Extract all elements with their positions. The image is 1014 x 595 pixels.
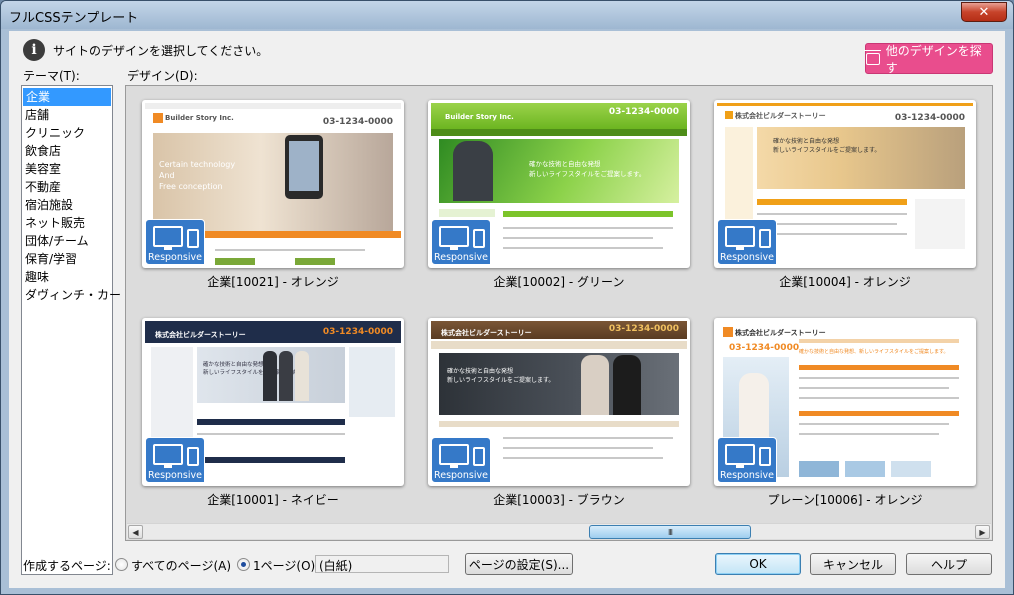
instruction-text: サイトのデザインを選択してください。 bbox=[53, 44, 269, 58]
thumb-tel: 03-1234-0000 bbox=[729, 343, 800, 353]
cancel-button[interactable]: キャンセル bbox=[810, 553, 896, 575]
monitor-icon bbox=[439, 444, 469, 468]
design-card-10001[interactable]: 株式会社ビルダーストーリー 03-1234-0000 確かな技術と自由な発想 新… bbox=[142, 318, 404, 486]
theme-item[interactable]: 趣味 bbox=[22, 268, 112, 286]
theme-item[interactable]: クリニック bbox=[22, 124, 112, 142]
ok-button[interactable]: OK bbox=[715, 553, 801, 575]
responsive-badge: Responsive bbox=[717, 219, 777, 265]
horizontal-scrollbar[interactable]: ◀ III ▶ bbox=[127, 523, 991, 539]
responsive-badge: Responsive bbox=[145, 437, 205, 483]
monitor-icon bbox=[725, 226, 755, 250]
design-caption: 企業[10004] - オレンジ bbox=[779, 275, 911, 289]
theme-item[interactable]: 保育/学習 bbox=[22, 250, 112, 268]
theme-item[interactable]: 美容室 bbox=[22, 160, 112, 178]
monitor-icon bbox=[153, 444, 183, 468]
theme-item[interactable]: 不動産 bbox=[22, 178, 112, 196]
thumb-tel: 03-1234-0000 bbox=[322, 327, 393, 337]
title-bar[interactable]: フルCSSテンプレート ✕ bbox=[1, 1, 1013, 29]
theme-item[interactable]: 企業 bbox=[23, 88, 111, 106]
thumb-tel: 03-1234-0000 bbox=[608, 324, 679, 334]
find-other-designs-button[interactable]: 他のデザインを探す bbox=[864, 43, 993, 75]
radio-all-pages-label[interactable]: すべてのページ(A) bbox=[131, 557, 231, 574]
radio-one-page[interactable] bbox=[237, 558, 250, 571]
theme-item[interactable]: 宿泊施設 bbox=[22, 196, 112, 214]
thumb-tel: 03-1234-0000 bbox=[322, 117, 393, 127]
phone-icon bbox=[473, 229, 485, 248]
page-settings-button[interactable]: ページの設定(S)... bbox=[465, 553, 573, 575]
thumb-hero-text: 確かな技術と自由な発想 新しいライフスタイルをご提案します。 bbox=[773, 138, 881, 154]
monitor-icon bbox=[725, 444, 755, 468]
thumb-tel: 03-1234-0000 bbox=[894, 113, 965, 123]
thumb-logo: 株式会社ビルダーストーリー bbox=[735, 112, 826, 120]
info-icon: i bbox=[23, 39, 45, 61]
store-icon bbox=[864, 49, 881, 65]
design-caption: 企業[10001] - ネイビー bbox=[207, 493, 339, 507]
theme-item[interactable]: 店舗 bbox=[22, 106, 112, 124]
design-card-10002[interactable]: Builder Story Inc. 03-1234-0000 確かな技術と自由… bbox=[428, 100, 690, 268]
help-button[interactable]: ヘルプ bbox=[906, 553, 992, 575]
design-label: デザイン(D): bbox=[127, 69, 198, 83]
dialog-body: i サイトのデザインを選択してください。 他のデザインを探す テーマ(T): デ… bbox=[9, 31, 1005, 588]
responsive-badge: Responsive bbox=[145, 219, 205, 265]
phone-icon bbox=[187, 229, 199, 248]
monitor-icon bbox=[153, 226, 183, 250]
thumb-hero-text: 確かな技術と自由な発想 新しいライフスタイルをご提案します。 bbox=[529, 160, 646, 178]
thumb-logo: 株式会社ビルダーストーリー bbox=[441, 329, 532, 337]
responsive-badge: Responsive bbox=[431, 219, 491, 265]
thumb-logo: 株式会社ビルダーストーリー bbox=[155, 331, 246, 339]
responsive-badge: Responsive bbox=[431, 437, 491, 483]
monitor-icon bbox=[439, 226, 469, 250]
thumb-logo: Builder Story Inc. bbox=[165, 114, 234, 122]
thumb-hero-text: Certain technology And Free conception bbox=[159, 160, 236, 191]
thumb-tel: 03-1234-0000 bbox=[608, 107, 679, 117]
design-caption: プレーン[10006] - オレンジ bbox=[767, 493, 923, 507]
design-caption: 企業[10003] - ブラウン bbox=[493, 493, 625, 507]
dialog-window: フルCSSテンプレート ✕ i サイトのデザインを選択してください。 他のデザイ… bbox=[0, 0, 1014, 595]
design-gallery[interactable]: Builder Story Inc. 03-1234-0000 Certain … bbox=[125, 85, 993, 541]
thumb-logo: 株式会社ビルダーストーリー bbox=[735, 329, 826, 337]
find-other-designs-label: 他のデザインを探す bbox=[885, 43, 982, 75]
close-button[interactable]: ✕ bbox=[961, 2, 1007, 22]
design-card-10006[interactable]: 株式会社ビルダーストーリー 03-1234-0000 確かな技術と自由な発想、新… bbox=[714, 318, 976, 486]
design-card-10003[interactable]: 株式会社ビルダーストーリー 03-1234-0000 確かな技術と自由な発想 新… bbox=[428, 318, 690, 486]
theme-list[interactable]: 企業 店舗 クリニック 飲食店 美容室 不動産 宿泊施設 ネット販売 団体/チーム 保育/学習 趣味… bbox=[21, 85, 133, 575]
thumb-logo: Builder Story Inc. bbox=[445, 113, 514, 121]
phone-icon bbox=[759, 229, 771, 248]
scroll-right-arrow-icon[interactable]: ▶ bbox=[975, 525, 990, 539]
theme-label: テーマ(T): bbox=[23, 69, 80, 83]
thumb-hero-text: 確かな技術と自由な発想 新しいライフスタイルをご提案します。 bbox=[447, 368, 555, 384]
design-card-10021[interactable]: Builder Story Inc. 03-1234-0000 Certain … bbox=[142, 100, 404, 268]
scroll-left-arrow-icon[interactable]: ◀ bbox=[128, 525, 143, 539]
phone-icon bbox=[759, 447, 771, 466]
theme-item[interactable]: ダヴィンチ・カート bbox=[22, 286, 133, 304]
theme-item[interactable]: 飲食店 bbox=[22, 142, 112, 160]
responsive-badge: Responsive bbox=[717, 437, 777, 483]
theme-item[interactable]: ネット販売 bbox=[22, 214, 112, 232]
scrollbar-thumb[interactable]: III bbox=[589, 525, 751, 539]
create-pages-label: 作成するページ: bbox=[23, 559, 111, 573]
theme-item[interactable]: 団体/チーム bbox=[22, 232, 112, 250]
thumb-hero-text: 確かな技術と自由な発想、新しいライフスタイルをご提案します。 bbox=[799, 349, 949, 355]
window-title: フルCSSテンプレート bbox=[9, 11, 139, 26]
design-caption: 企業[10002] - グリーン bbox=[493, 275, 625, 289]
design-caption: 企業[10021] - オレンジ bbox=[207, 275, 339, 289]
radio-one-page-label[interactable]: 1ページ(O) bbox=[253, 557, 315, 574]
design-card-10004[interactable]: 株式会社ビルダーストーリー 03-1234-0000 確かな技術と自由な発想 新… bbox=[714, 100, 976, 268]
phone-icon bbox=[473, 447, 485, 466]
phone-icon bbox=[187, 447, 199, 466]
page-name-field: (白紙) bbox=[315, 555, 449, 573]
radio-all-pages[interactable] bbox=[115, 558, 128, 571]
